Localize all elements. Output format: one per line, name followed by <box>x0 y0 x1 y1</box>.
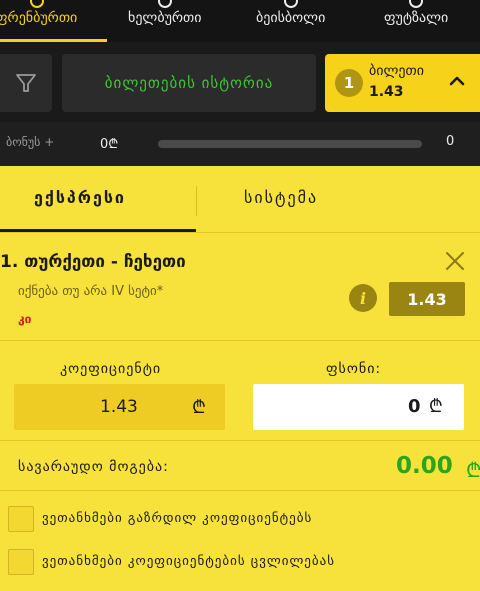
event-title: 1. თურქეთი - ჩეხეთი <box>0 252 186 272</box>
bonus-progress-bar <box>158 140 422 148</box>
divider <box>196 186 197 216</box>
tab-futsal[interactable]: ფუტზალი <box>384 0 449 26</box>
tab-system[interactable]: სისტემა <box>244 188 318 207</box>
bonus-max: 0 <box>446 134 455 149</box>
bet-mode-tabs: ექსპრესი სისტემა <box>0 166 480 232</box>
betslip-controls: ბილეთების ისტორია 1 ბილეთი 1.43 <box>0 42 480 122</box>
coefficient-label: კოეფიციენტი <box>60 361 162 377</box>
potential-win-value: 0.00 <box>396 453 453 479</box>
tab-label: ბეისბოლი <box>256 10 326 26</box>
betslip-panel: ექსპრესი სისტემა 1. თურქეთი - ჩეხეთი იქნ… <box>0 166 480 591</box>
tab-label: ფრენბურთი <box>0 10 78 26</box>
divider <box>0 232 480 233</box>
tab-handball[interactable]: ხელბურთი <box>128 0 202 26</box>
coefficient-display: 1.43 ₾ <box>14 384 225 430</box>
tab-baseball[interactable]: ბეისბოლი <box>256 0 326 26</box>
bonus-row: ბონუს + 0₾ 0 <box>0 122 480 166</box>
close-icon[interactable] <box>444 250 466 272</box>
filter-icon <box>16 74 36 92</box>
lari-icon: ₾ <box>192 397 206 418</box>
stake-amount: 0 <box>408 396 421 417</box>
filter-button[interactable] <box>0 54 52 112</box>
stake-value: 0 ₾ <box>408 394 443 418</box>
market-name: იქნება თუ არა IV სეტი* <box>18 284 164 299</box>
checkbox-label: ვეთანხმები გაზრდილ კოეფიციენტებს <box>42 511 313 526</box>
accept-odds-change-checkbox[interactable] <box>8 549 34 575</box>
bonus-value: 0₾ <box>100 137 119 152</box>
divider <box>0 440 480 441</box>
stake-label: ფსონი: <box>326 361 382 377</box>
betslip-toggle-button[interactable]: 1 ბილეთი 1.43 <box>325 54 480 112</box>
handball-icon <box>157 0 172 8</box>
lari-icon: ₾ <box>466 458 480 482</box>
bonus-label: ბონუს + <box>6 135 55 149</box>
checkbox-label: ვეთანხმები კოეფიციენტების ცვლილებას <box>42 554 336 569</box>
tab-label: ხელბურთი <box>128 10 202 26</box>
accept-increased-odds-row[interactable]: ვეთანხმები გაზრდილ კოეფიციენტებს <box>8 506 478 534</box>
bet-history-button[interactable]: ბილეთების ისტორია <box>62 54 316 112</box>
selection-label: კი <box>18 312 32 326</box>
coefficient-value: 1.43 <box>100 397 138 417</box>
betslip-total-odds: 1.43 <box>369 84 404 100</box>
tab-label: ფუტზალი <box>384 10 449 26</box>
accept-increased-odds-checkbox[interactable] <box>8 506 34 532</box>
info-icon[interactable]: i <box>349 284 377 312</box>
accept-odds-change-row[interactable]: ვეთანხმები კოეფიციენტების ცვლილებას <box>8 549 478 577</box>
baseball-icon <box>283 0 298 8</box>
lari-icon: ₾ <box>428 396 443 417</box>
futsal-icon <box>409 0 424 8</box>
betslip-count-badge: 1 <box>335 69 363 97</box>
betslip-title: ბილეთი <box>369 63 424 79</box>
chevron-up-icon <box>449 76 465 86</box>
tab-express[interactable]: ექსპრესი <box>34 188 126 207</box>
divider <box>0 490 480 491</box>
divider <box>0 340 480 341</box>
potential-win-label: სავარაუდო მოგება: <box>18 459 169 475</box>
tab-volleyball[interactable]: ფრენბურთი <box>0 0 78 26</box>
selection-odds: 1.43 <box>389 282 465 316</box>
bet-history-label: ბილეთების ისტორია <box>104 74 274 92</box>
volleyball-icon <box>29 0 44 8</box>
sport-tabs: ფრენბურთი ხელბურთი ბეისბოლი ფუტზალი <box>0 0 480 42</box>
